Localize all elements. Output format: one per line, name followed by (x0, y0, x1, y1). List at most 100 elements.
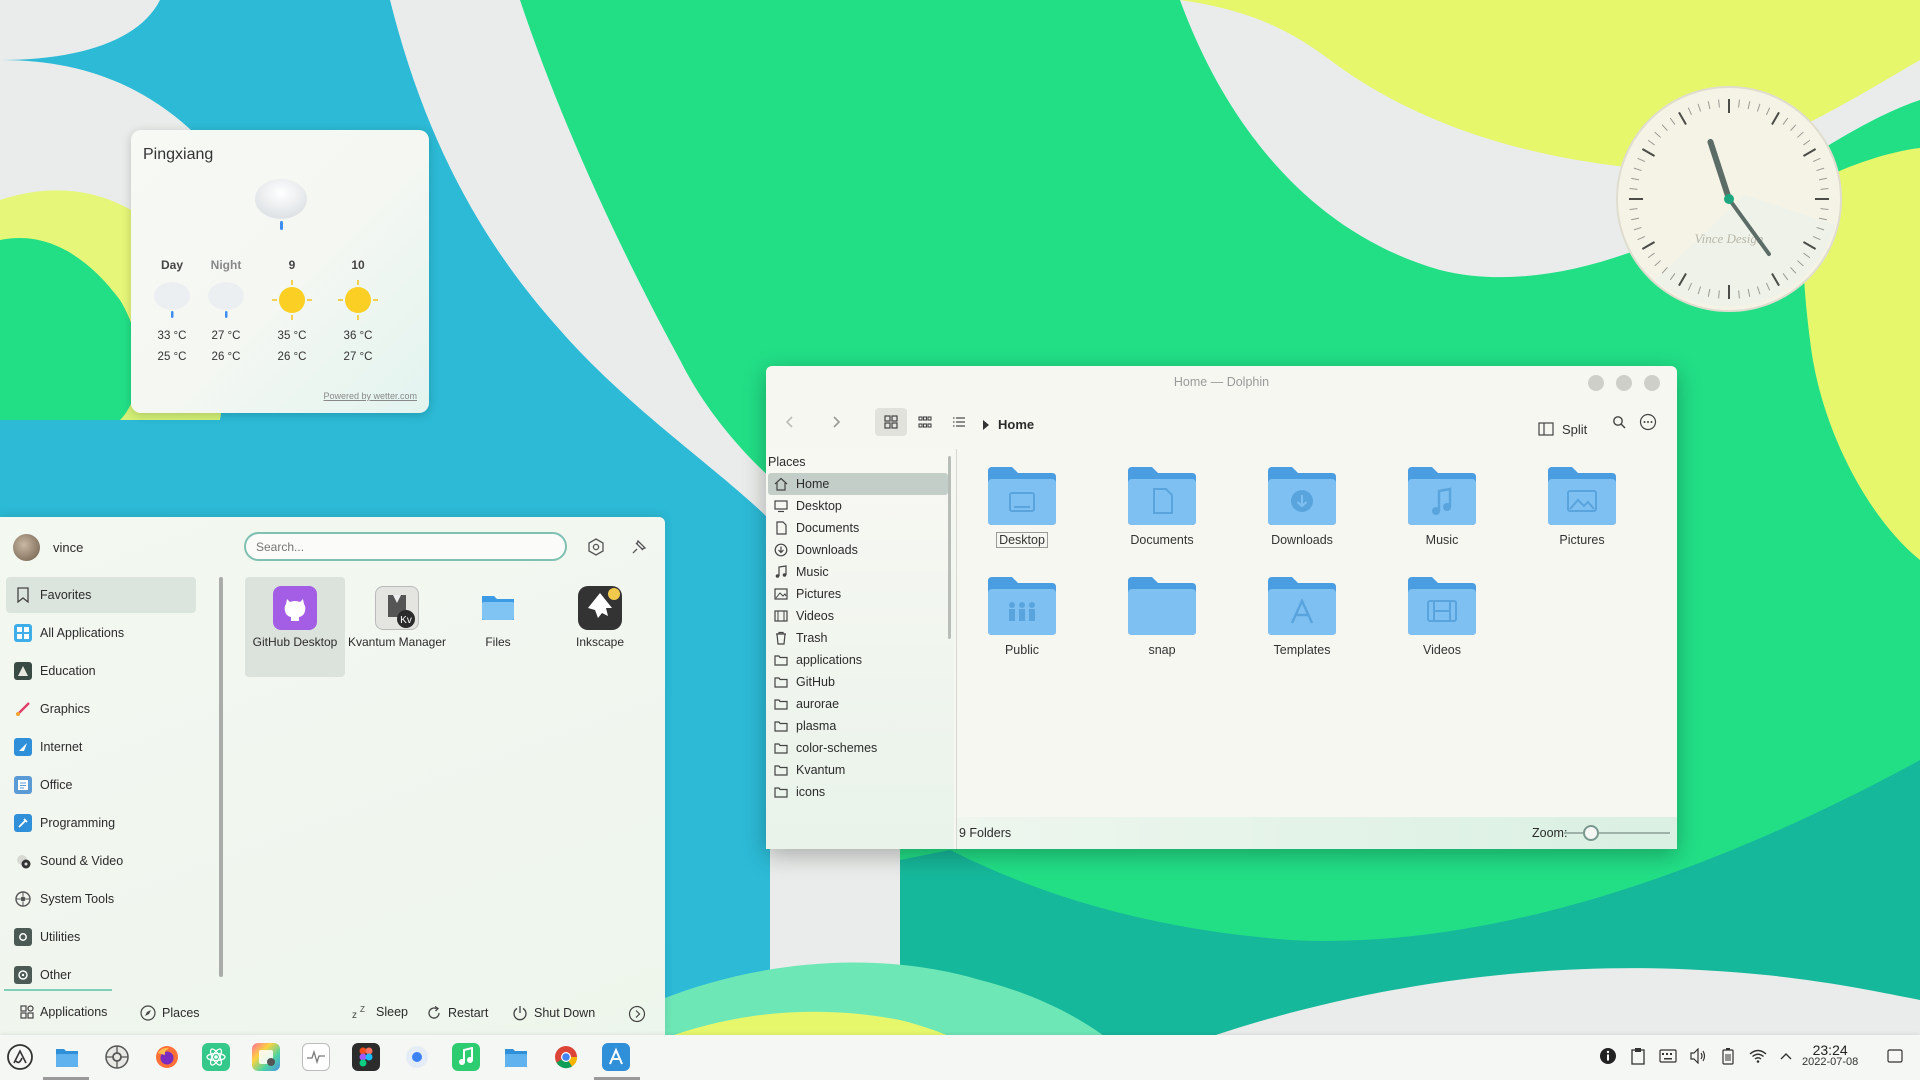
folder-public[interactable]: Public (967, 575, 1077, 657)
places-item-plasma[interactable]: plasma (768, 715, 948, 737)
system-settings-icon[interactable] (103, 1043, 131, 1071)
breadcrumb-home[interactable]: Home (998, 417, 1034, 432)
restart-button[interactable]: Restart (426, 1005, 488, 1021)
folder-templates[interactable]: Templates (1247, 575, 1357, 657)
folder-desktop-icon (988, 467, 1056, 525)
chromium-icon[interactable] (403, 1043, 431, 1071)
app-inkscape[interactable]: Inkscape (550, 577, 650, 677)
category-favorites[interactable]: Favorites (6, 577, 196, 613)
wifi-icon[interactable] (1748, 1046, 1768, 1066)
folder-videos[interactable]: Videos (1387, 575, 1497, 657)
places-item-aurorae[interactable]: aurorae (768, 693, 948, 715)
search-button[interactable] (1603, 408, 1635, 436)
kvantum-icon: Kv (375, 586, 419, 630)
folder-downloads[interactable]: Downloads (1247, 465, 1357, 547)
chrome-icon[interactable] (552, 1043, 580, 1071)
places-item-desktop[interactable]: Desktop (768, 495, 948, 517)
category-all-applications[interactable]: All Applications (6, 615, 196, 651)
system-monitor-icon[interactable] (302, 1043, 330, 1071)
folder-snap[interactable]: snap (1107, 575, 1217, 657)
weather-provider-link[interactable]: Powered by wetter.com (323, 391, 417, 401)
category-system-tools[interactable]: System Tools (6, 881, 196, 917)
split-button[interactable]: Split (1538, 415, 1587, 443)
app-files[interactable]: Files (448, 577, 548, 677)
firefox-icon[interactable] (153, 1043, 181, 1071)
places-item-pictures[interactable]: Pictures (768, 583, 948, 605)
atom-icon[interactable] (202, 1043, 230, 1071)
folder-pictures[interactable]: Pictures (1527, 465, 1637, 547)
places-item-trash[interactable]: Trash (768, 627, 948, 649)
info-icon[interactable] (1598, 1046, 1618, 1066)
launcher-scrollbar[interactable] (219, 577, 223, 977)
volume-icon[interactable] (1688, 1046, 1708, 1066)
places-item-downloads[interactable]: Downloads (768, 539, 948, 561)
avatar[interactable] (13, 534, 40, 561)
chevron-right-circle-icon (628, 1005, 646, 1023)
split-label: Split (1562, 421, 1588, 437)
places-scrollbar[interactable] (948, 456, 951, 639)
applications-tab[interactable]: Applications (20, 1005, 107, 1019)
folder-music[interactable]: Music (1387, 465, 1497, 547)
places-tab[interactable]: Places (140, 1005, 200, 1021)
icons-view-button[interactable] (875, 408, 907, 436)
maximize-button[interactable] (1616, 375, 1632, 391)
category-utilities[interactable]: Utilities (6, 919, 196, 955)
pin-icon[interactable] (629, 537, 649, 557)
folder-public-icon (988, 577, 1056, 635)
places-item-icons[interactable]: icons (768, 781, 948, 803)
folder-desktop[interactable]: Desktop (967, 465, 1077, 548)
launcher-icon[interactable] (6, 1043, 34, 1071)
places-item-applications[interactable]: applications (768, 649, 948, 671)
battery-icon[interactable] (1718, 1046, 1738, 1066)
details-view-button[interactable] (943, 408, 975, 436)
category-programming[interactable]: Programming (6, 805, 196, 841)
category-office[interactable]: Office (6, 767, 196, 803)
category-other[interactable]: Other (6, 957, 196, 993)
places-item-home[interactable]: Home (768, 473, 948, 495)
music-app-icon[interactable] (452, 1043, 480, 1071)
compact-view-button[interactable] (909, 408, 941, 436)
downloads-icon (774, 543, 788, 557)
show-desktop-icon[interactable] (1885, 1046, 1905, 1066)
application-launcher: vince Favorites All Applications Educati… (0, 517, 665, 1035)
minimize-button[interactable] (1588, 375, 1604, 391)
category-education[interactable]: Education (6, 653, 196, 689)
window-title: Home — Dolphin (1173, 375, 1270, 389)
places-item-music[interactable]: Music (768, 561, 948, 583)
category-graphics[interactable]: Graphics (6, 691, 196, 727)
digital-clock[interactable]: 23:24 2022-07-08 (1802, 1043, 1858, 1068)
zoom-slider[interactable] (1564, 832, 1670, 834)
shutdown-button[interactable]: Shut Down (512, 1005, 595, 1021)
configure-icon[interactable] (586, 537, 606, 557)
sleep-button[interactable]: zZ Sleep (352, 1005, 408, 1019)
folder-documents[interactable]: Documents (1107, 465, 1217, 547)
search-input[interactable] (244, 532, 567, 561)
places-item-kvantum[interactable]: Kvantum (768, 759, 948, 781)
category-sound-video[interactable]: Sound & Video (6, 843, 196, 879)
color-picker-icon[interactable] (252, 1043, 280, 1071)
dolphin-icon[interactable] (53, 1043, 81, 1071)
app-github-desktop[interactable]: GitHub Desktop (245, 577, 345, 677)
clipboard-icon[interactable] (1628, 1046, 1648, 1066)
places-item-github[interactable]: GitHub (768, 671, 948, 693)
forward-button[interactable] (820, 408, 852, 436)
folder-label: Downloads (1271, 533, 1333, 547)
figma-icon[interactable] (352, 1043, 380, 1071)
places-item-videos[interactable]: Videos (768, 605, 948, 627)
analog-clock-widget: Vince Design (1616, 86, 1842, 312)
chevron-up-icon[interactable] (1776, 1046, 1796, 1066)
keyboard-icon[interactable] (1658, 1046, 1678, 1066)
leave-menu-button[interactable] (628, 1005, 646, 1023)
zoom-slider-handle[interactable] (1582, 825, 1599, 841)
discover-icon[interactable] (602, 1043, 630, 1071)
category-internet[interactable]: Internet (6, 729, 196, 765)
places-item-documents[interactable]: Documents (768, 517, 948, 539)
close-button[interactable] (1644, 375, 1660, 391)
app-kvantum-manager[interactable]: Kv Kvantum Manager (347, 577, 447, 677)
files-app-icon[interactable] (502, 1043, 530, 1071)
breadcrumb[interactable]: Home (982, 417, 1034, 432)
places-item-color-schemes[interactable]: color-schemes (768, 737, 948, 759)
menu-button[interactable] (1632, 408, 1664, 436)
graphics-icon (14, 700, 32, 718)
back-button[interactable] (774, 408, 806, 436)
